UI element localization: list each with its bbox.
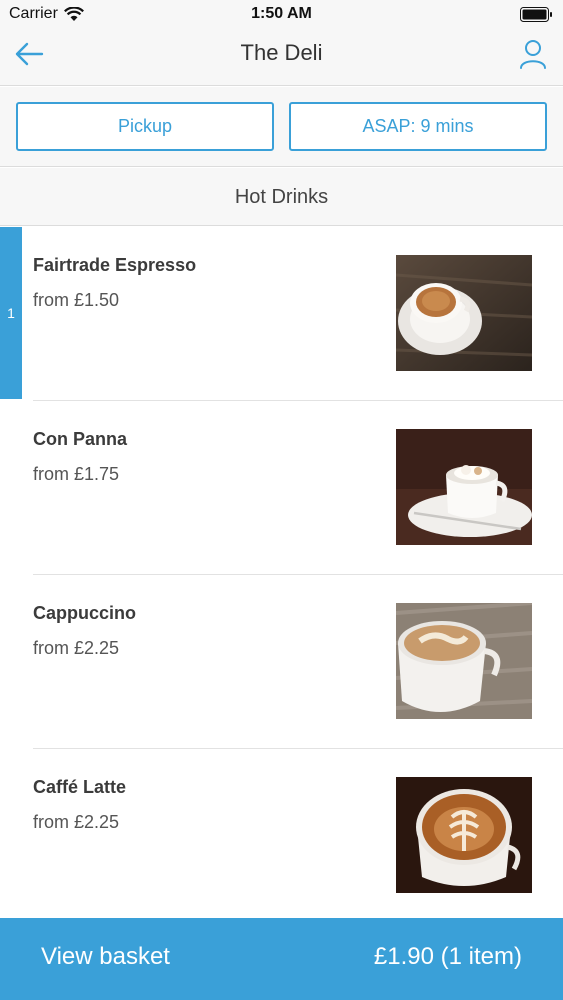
caffe-latte-photo xyxy=(396,777,532,893)
pickup-button[interactable]: Pickup xyxy=(16,102,274,151)
item-name: Caffé Latte xyxy=(33,777,127,797)
status-time: 1:50 AM xyxy=(251,5,312,22)
menu-list: 1 Fairtrade Espresso from £1.50 Con Pann… xyxy=(0,227,563,923)
menu-item-cappuccino[interactable]: Cappuccino from £2.25 xyxy=(0,575,563,749)
item-price: from £1.75 xyxy=(33,464,120,484)
cappuccino-photo xyxy=(396,603,532,719)
user-icon[interactable] xyxy=(519,39,547,69)
view-basket-button[interactable]: View basket £1.90 (1 item) xyxy=(0,918,563,1000)
item-price: from £2.25 xyxy=(33,638,120,658)
item-price: from £1.50 xyxy=(33,290,120,310)
menu-item-con-panna[interactable]: Con Panna from £1.75 xyxy=(0,401,563,575)
menu-item-espresso[interactable]: 1 Fairtrade Espresso from £1.50 xyxy=(0,227,563,401)
item-name: Cappuccino xyxy=(33,603,137,623)
basket-total: £1.90 (1 item) xyxy=(373,943,522,970)
item-name: Con Panna xyxy=(33,429,128,449)
navigation-bar: The Deli xyxy=(0,30,563,86)
menu-item-caffe-latte[interactable]: Caffé Latte from £2.25 xyxy=(0,749,563,923)
pickup-time-button[interactable]: ASAP: 9 mins xyxy=(289,102,547,151)
basket-label: View basket xyxy=(41,943,170,970)
con-panna-photo xyxy=(396,429,532,545)
status-bar: Carrier 1:50 AM xyxy=(0,0,563,30)
item-name: Fairtrade Espresso xyxy=(33,255,197,275)
item-price: from £2.25 xyxy=(33,812,120,832)
quantity-badge: 1 xyxy=(0,227,22,399)
battery-icon xyxy=(520,7,552,22)
screen: Carrier 1:50 AM The Deli Pickup ASAP: 9 … xyxy=(0,0,563,1000)
espresso-photo xyxy=(396,255,532,371)
category-header: Hot Drinks xyxy=(0,168,563,226)
page-title: The Deli xyxy=(240,40,323,65)
order-options: Pickup ASAP: 9 mins xyxy=(0,87,563,167)
